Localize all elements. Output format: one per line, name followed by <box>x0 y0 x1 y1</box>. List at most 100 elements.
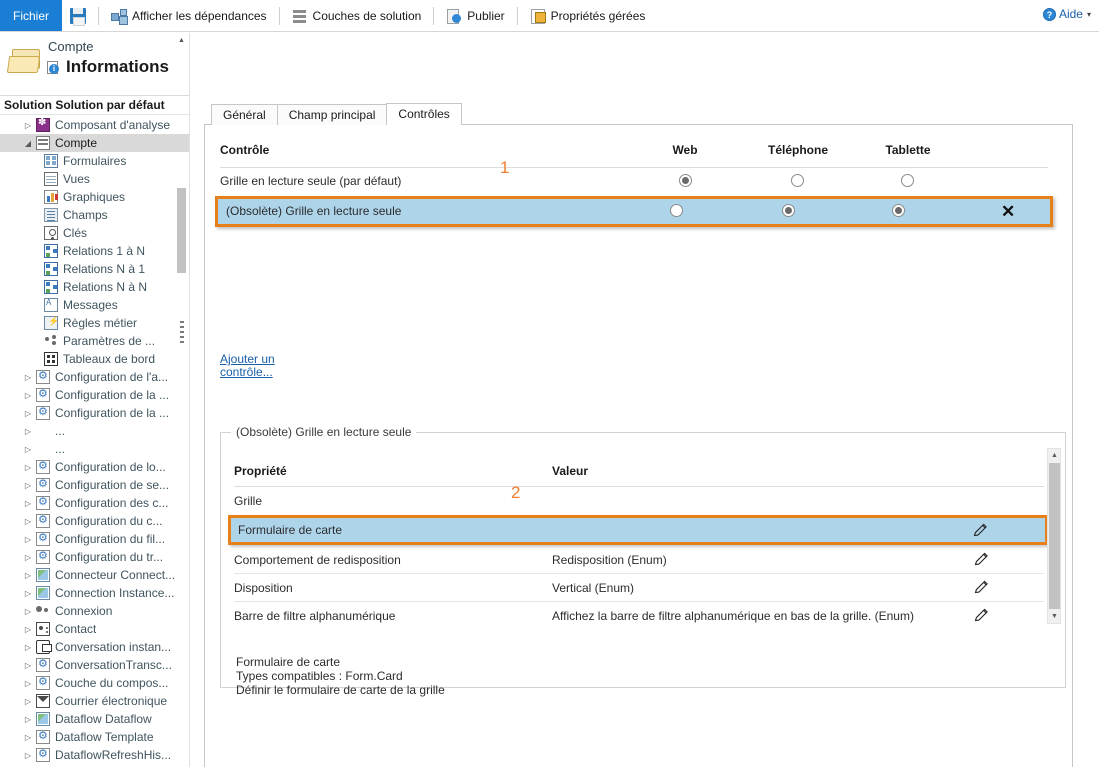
tree-item[interactable]: Vues <box>0 170 189 188</box>
chevron-right-icon[interactable]: ▷ <box>22 427 34 436</box>
chevron-right-icon[interactable]: ▷ <box>22 697 34 706</box>
tree-item[interactable]: ◢ Compte <box>0 134 189 152</box>
chevron-right-icon[interactable]: ▷ <box>22 445 34 454</box>
chevron-right-icon[interactable]: ▷ <box>22 625 34 634</box>
chevron-right-icon[interactable]: ▷ <box>22 391 34 400</box>
radio-tablet-obsolete[interactable] <box>892 204 905 217</box>
control-row-default[interactable]: Grille en lecture seule (par défaut) <box>220 168 1048 194</box>
tree-item[interactable]: ▷ DataflowRefreshHis... <box>0 746 189 764</box>
tree-item[interactable]: ▷ Configuration de la ... <box>0 386 189 404</box>
scrollbar-thumb[interactable] <box>177 188 186 273</box>
tree-item[interactable]: Clés <box>0 224 189 242</box>
solution-tree[interactable]: ▷ Composant d'analyse ◢ Compte Formulaires Vu… <box>0 116 189 767</box>
chevron-right-icon[interactable]: ▷ <box>22 571 34 580</box>
tree-scrollbar[interactable]: ▲ <box>176 33 187 333</box>
tree-item[interactable]: Messages <box>0 296 189 314</box>
tree-item[interactable]: ▷ Dataflow Template <box>0 728 189 746</box>
radio-phone-default[interactable] <box>791 174 804 187</box>
tree-item[interactable]: ▷ Dataflow Dataflow <box>0 710 189 728</box>
tree-item[interactable]: ▷ Couche du compos... <box>0 674 189 692</box>
edit-pencil-icon[interactable] <box>971 521 989 539</box>
tab-general[interactable]: Général <box>211 104 278 125</box>
tree-item[interactable]: Graphiques <box>0 188 189 206</box>
edit-pencil-icon[interactable] <box>972 606 990 624</box>
tab-champ-principal[interactable]: Champ principal <box>276 104 388 125</box>
tree-item[interactable]: Relations N à 1 <box>0 260 189 278</box>
tree-item[interactable]: ▷ Courrier électronique <box>0 692 189 710</box>
tree-item[interactable]: Formulaires <box>0 152 189 170</box>
tree-item[interactable]: ▷ Configuration de se... <box>0 476 189 494</box>
scroll-down-icon[interactable]: ▼ <box>1048 610 1061 623</box>
add-control-link[interactable]: Ajouter un contrôle... <box>220 353 290 379</box>
chevron-right-icon[interactable]: ▷ <box>22 517 34 526</box>
tree-item[interactable]: ▷... <box>0 422 189 440</box>
property-row-disposition[interactable]: Disposition Vertical (Enum) <box>234 574 1044 602</box>
property-row-comportement[interactable]: Comportement de redisposition Redisposit… <box>234 546 1044 574</box>
edit-pencil-icon[interactable] <box>972 578 990 596</box>
chevron-right-icon[interactable]: ▷ <box>22 733 34 742</box>
tree-item[interactable]: ▷ Configuration du fil... <box>0 530 189 548</box>
chevron-right-icon[interactable]: ▷ <box>22 607 34 616</box>
chevron-right-icon[interactable]: ▷ <box>22 751 34 760</box>
tree-item[interactable]: ▷ Configuration de l'a... <box>0 368 189 386</box>
edit-pencil-icon[interactable] <box>972 550 990 568</box>
chevron-right-icon[interactable]: ▷ <box>22 535 34 544</box>
property-row-grille[interactable]: Grille <box>234 487 1044 515</box>
tree-item[interactable]: ▷ Connexion <box>0 602 189 620</box>
tree-item[interactable]: ▷... <box>0 440 189 458</box>
tree-item[interactable]: Champs <box>0 206 189 224</box>
chevron-right-icon[interactable]: ▷ <box>22 373 34 382</box>
scrollbar-thumb[interactable] <box>1049 463 1060 609</box>
radio-tablet-default[interactable] <box>901 174 914 187</box>
save-button[interactable] <box>66 0 90 31</box>
tree-item[interactable]: ▷ Configuration de la ... <box>0 404 189 422</box>
chevron-right-icon[interactable]: ▷ <box>22 553 34 562</box>
property-row-formulaire-de-carte[interactable]: Formulaire de carte <box>228 515 1048 545</box>
help-button[interactable]: ? Aide ▾ <box>1042 7 1091 21</box>
chevron-right-icon[interactable]: ▷ <box>22 481 34 490</box>
tree-item[interactable]: ▷ Connection Instance... <box>0 584 189 602</box>
chevron-right-icon[interactable]: ▷ <box>22 679 34 688</box>
chevron-right-icon[interactable]: ▷ <box>22 121 34 130</box>
radio-phone-obsolete[interactable] <box>782 204 795 217</box>
tree-item[interactable]: ▷ Configuration de lo... <box>0 458 189 476</box>
properties-scrollbar[interactable]: ▲ ▼ <box>1047 448 1061 624</box>
radio-web-default[interactable] <box>679 174 692 187</box>
scroll-up-icon[interactable]: ▲ <box>1048 449 1061 462</box>
tree-item[interactable]: ▷ Contact <box>0 620 189 638</box>
chevron-right-icon[interactable]: ▷ <box>22 661 34 670</box>
tree-item[interactable]: ▷ Configuration des c... <box>0 494 189 512</box>
chevron-down-icon[interactable]: ◢ <box>22 139 34 148</box>
tree-item-label: Conversation instan... <box>55 640 172 654</box>
publish-button[interactable]: Publier <box>442 0 508 31</box>
tree-item[interactable]: Paramètres de ... <box>0 332 189 350</box>
show-dependencies-button[interactable]: Afficher les dépendances <box>107 0 271 31</box>
control-row-obsolete[interactable]: (Obsolète) Grille en lecture seule ✕ <box>215 196 1053 227</box>
chevron-right-icon[interactable]: ▷ <box>22 409 34 418</box>
property-row-barre-filtre[interactable]: Barre de filtre alphanumérique Affichez … <box>234 602 1044 630</box>
tree-item[interactable]: Relations 1 à N <box>0 242 189 260</box>
tree-item[interactable]: ▷ Composant d'analyse <box>0 116 189 134</box>
tree-item[interactable]: Tableaux de bord <box>0 350 189 368</box>
delete-control-icon[interactable]: ✕ <box>1001 202 1015 222</box>
tree-item[interactable]: Règles métier <box>0 314 189 332</box>
managed-properties-button[interactable]: Propriétés gérées <box>526 0 650 31</box>
tree-item[interactable]: ▷ Connecteur Connect... <box>0 566 189 584</box>
solution-layers-button[interactable]: Couches de solution <box>288 0 426 31</box>
tree-item[interactable]: ▷ Configuration du c... <box>0 512 189 530</box>
splitter-grip[interactable] <box>180 321 184 343</box>
file-tab[interactable]: Fichier <box>0 0 62 31</box>
tab-controles[interactable]: Contrôles <box>386 103 462 125</box>
tree-item[interactable]: ▷ Configuration du tr... <box>0 548 189 566</box>
scroll-up-icon[interactable]: ▲ <box>176 37 187 44</box>
chevron-right-icon[interactable]: ▷ <box>22 643 34 652</box>
tree-item[interactable]: Relations N à N <box>0 278 189 296</box>
radio-web-obsolete[interactable] <box>670 204 683 217</box>
tree-item[interactable]: ▷ ConversationTransc... <box>0 656 189 674</box>
property-value: Affichez la barre de filtre alphanumériq… <box>552 609 914 623</box>
tree-item[interactable]: ▷ Conversation instan... <box>0 638 189 656</box>
chevron-right-icon[interactable]: ▷ <box>22 589 34 598</box>
chevron-right-icon[interactable]: ▷ <box>22 715 34 724</box>
chevron-right-icon[interactable]: ▷ <box>22 499 34 508</box>
chevron-right-icon[interactable]: ▷ <box>22 463 34 472</box>
